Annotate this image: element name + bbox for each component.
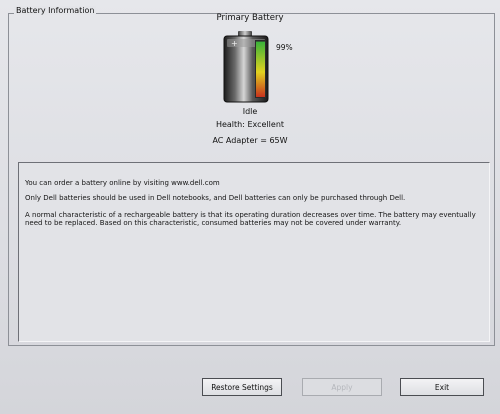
charge-level-bar: [256, 41, 265, 97]
bios-screen: Battery Information Primary Battery + 99…: [0, 0, 500, 414]
battery-health: Health: Excellent: [215, 120, 285, 129]
apply-button[interactable]: Apply: [302, 378, 382, 396]
info-order-text: You can order a battery online by visiti…: [25, 179, 220, 187]
primary-battery-title: Primary Battery: [216, 13, 284, 23]
restore-settings-button[interactable]: Restore Settings: [202, 378, 282, 396]
battery-info-panel: You can order a battery online by visiti…: [18, 162, 490, 342]
svg-text:+: +: [231, 39, 238, 48]
info-dell-only-text: Only Dell batteries should be used in De…: [25, 194, 406, 202]
exit-button[interactable]: Exit: [400, 378, 484, 396]
battery-percent: 99%: [276, 43, 293, 52]
battery-status: Idle: [242, 107, 258, 116]
ac-adapter-info: AC Adapter = 65W: [212, 136, 288, 145]
info-warranty-text: A normal characteristic of a rechargeabl…: [25, 211, 476, 227]
battery-icon: +: [222, 30, 272, 104]
